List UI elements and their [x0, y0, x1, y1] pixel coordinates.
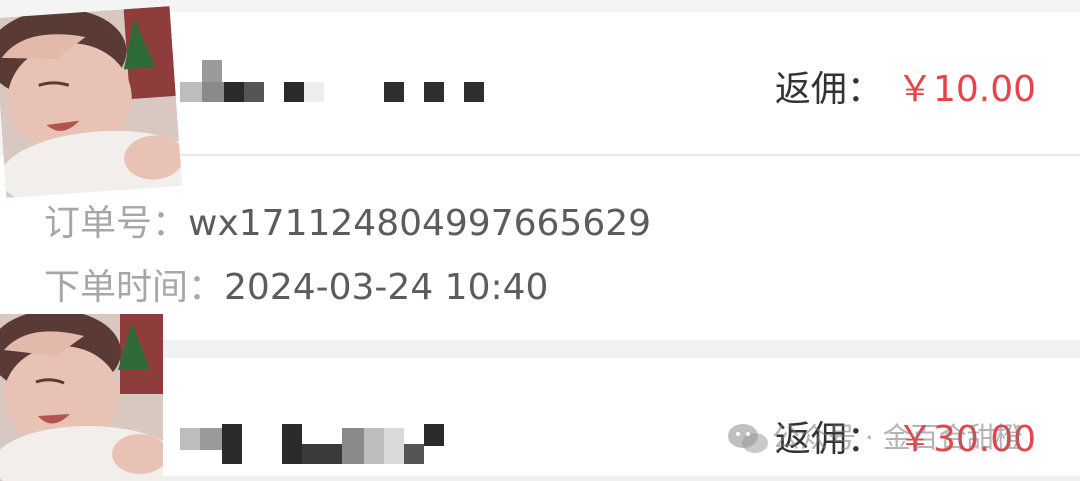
order-time-label: 下单时间： — [44, 267, 225, 308]
user-name-redacted — [180, 60, 490, 105]
wechat-icon — [726, 422, 770, 456]
order-number-label: 订单号： — [44, 203, 189, 244]
watermark-text: 公众号 · 金百合甜橙 — [772, 421, 1023, 454]
order-time: 2024-03-24 10:40 — [224, 267, 549, 308]
avatar[interactable] — [0, 314, 163, 481]
commission: 返佣： ￥10.00 — [775, 60, 1036, 112]
order-number: wx17112480499766562​9 — [188, 203, 652, 244]
order-time-row: 下单时间：2024-03-24 10:40 — [44, 258, 548, 310]
watermark: 公众号 · 金百合甜橙 — [726, 416, 1023, 456]
commission-amount: ￥10.00 — [896, 69, 1036, 110]
user-name-redacted — [180, 424, 450, 468]
avatar[interactable] — [0, 6, 183, 198]
order-number-row: 订单号：wx17112480499766562​9 — [44, 194, 651, 246]
commission-label: 返佣： — [774, 69, 883, 110]
